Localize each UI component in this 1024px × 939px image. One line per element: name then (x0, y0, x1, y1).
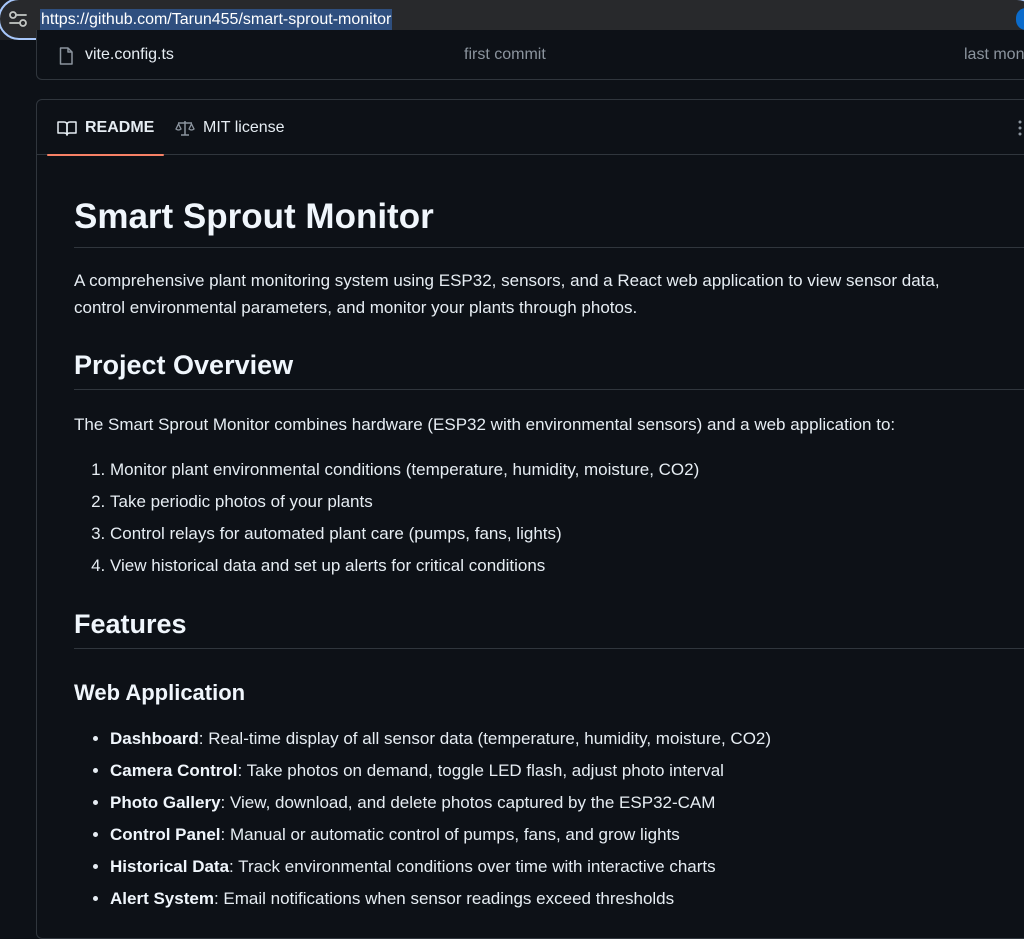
heading-features: Features (74, 608, 1024, 649)
list-item: Photo Gallery: View, download, and delet… (110, 787, 1012, 819)
feature-label: Historical Data (110, 857, 230, 876)
webapp-feature-list: Dashboard: Real-time display of all sens… (92, 723, 1012, 915)
feature-description: : Track environmental conditions over ti… (229, 857, 716, 876)
feature-label: Photo Gallery (110, 793, 221, 812)
file-icon (59, 47, 73, 65)
list-item: Control Panel: Manual or automatic contr… (110, 819, 1012, 851)
readme-tabs: README MIT license (37, 100, 1024, 156)
tab-license[interactable]: MIT license (165, 100, 295, 155)
list-item: Alert System: Email notifications when s… (110, 883, 1012, 915)
tab-readme-label: README (85, 118, 155, 136)
book-icon (57, 120, 77, 136)
feature-description: : Manual or automatic control of pumps, … (220, 825, 680, 844)
list-item: View historical data and set up alerts f… (110, 550, 1012, 582)
heading-project-overview: Project Overview (74, 349, 1024, 390)
list-item: Control relays for automated plant care … (110, 518, 1012, 550)
list-item: Camera Control: Take photos on demand, t… (110, 755, 1012, 787)
file-commit-date: last mon (964, 46, 1024, 63)
list-item: Take periodic photos of your plants (110, 486, 1012, 518)
feature-description: : Real-time display of all sensor data (… (198, 729, 772, 748)
tab-readme[interactable]: README (47, 100, 165, 156)
tab-license-label: MIT license (203, 118, 285, 136)
feature-description: : View, download, and delete photos capt… (220, 793, 716, 812)
list-item: Dashboard: Real-time display of all sens… (110, 723, 1012, 755)
list-item: Historical Data: Track environmental con… (110, 851, 1012, 883)
list-item: Monitor plant environmental conditions (… (110, 454, 1012, 486)
readme-title: Smart Sprout Monitor (74, 197, 1024, 248)
profile-avatar-icon[interactable] (1016, 8, 1024, 30)
feature-description: : Take photos on demand, toggle LED flas… (237, 761, 724, 780)
file-list: vite.config.ts first commit last mon (36, 30, 1024, 80)
more-options-icon[interactable] (1017, 118, 1023, 138)
feature-label: Dashboard (110, 729, 199, 748)
feature-label: Control Panel (110, 825, 221, 844)
intro-line-1: A comprehensive plant monitoring system … (74, 271, 940, 290)
feature-description: : Email notifications when sensor readin… (213, 889, 675, 908)
overview-list: Monitor plant environmental conditions (… (92, 454, 1012, 582)
site-settings-icon[interactable] (8, 10, 28, 28)
law-scale-icon (175, 120, 195, 136)
heading-web-application: Web Application (74, 680, 246, 705)
overview-paragraph: The Smart Sprout Monitor combines hardwa… (74, 415, 896, 434)
file-name-link[interactable]: vite.config.ts (85, 46, 174, 64)
file-commit-message[interactable]: first commit (464, 46, 546, 64)
intro-line-2: control environmental parameters, and mo… (74, 298, 638, 317)
feature-label: Alert System (110, 889, 214, 908)
readme-container: README MIT license Smart Sprout Monitor … (36, 99, 1024, 939)
intro-paragraph: A comprehensive plant monitoring system … (74, 267, 1014, 321)
feature-label: Camera Control (110, 761, 238, 780)
url-text[interactable]: https://github.com/Tarun455/smart-sprout… (40, 9, 393, 31)
